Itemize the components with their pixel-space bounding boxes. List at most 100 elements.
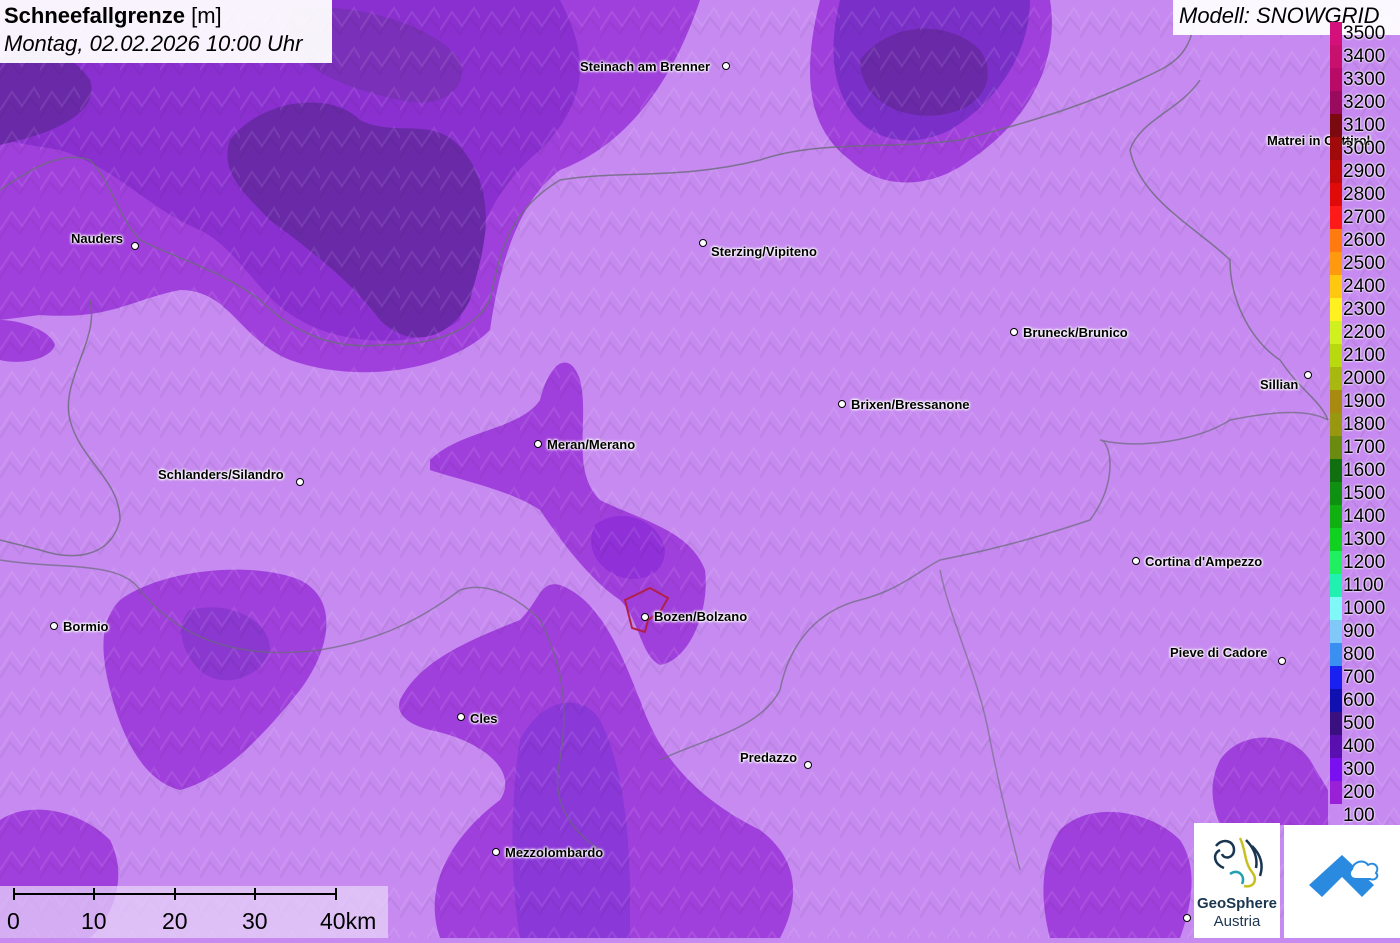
legend-label: 2600 xyxy=(1343,230,1386,251)
city-label[interactable]: Pieve di Cadore xyxy=(1170,645,1268,660)
city-dot[interactable] xyxy=(1183,914,1191,922)
partner-logo[interactable] xyxy=(1284,825,1400,938)
city-label[interactable]: Sterzing/Vipiteno xyxy=(711,244,817,259)
city-dot[interactable] xyxy=(131,242,139,250)
legend-row: 3000 xyxy=(1328,137,1400,160)
legend-label: 3100 xyxy=(1343,115,1386,136)
legend-row: 600 xyxy=(1328,689,1400,712)
legend-row: 2000 xyxy=(1328,367,1400,390)
city-label[interactable]: Meran/Merano xyxy=(547,437,635,452)
city-dot[interactable] xyxy=(296,478,304,486)
legend-label: 1000 xyxy=(1343,598,1386,619)
city-label[interactable]: Bozen/Bolzano xyxy=(654,609,747,624)
legend-swatch xyxy=(1330,68,1342,91)
legend-swatch xyxy=(1330,160,1342,183)
legend-row: 2400 xyxy=(1328,275,1400,298)
legend-swatch xyxy=(1330,574,1342,597)
legend-label: 400 xyxy=(1343,736,1375,757)
legend-row: 800 xyxy=(1328,643,1400,666)
legend-swatch xyxy=(1330,298,1342,321)
legend-label: 1200 xyxy=(1343,552,1386,573)
legend-swatch xyxy=(1330,597,1342,620)
city-label[interactable]: Bormio xyxy=(63,619,109,634)
legend-row: 3100 xyxy=(1328,114,1400,137)
legend-row: 2700 xyxy=(1328,206,1400,229)
legend-swatch xyxy=(1330,275,1342,298)
legend-label: 1800 xyxy=(1343,414,1386,435)
city-dot[interactable] xyxy=(492,848,500,856)
city-dot[interactable] xyxy=(1304,371,1312,379)
legend-swatch xyxy=(1330,712,1342,735)
city-dot[interactable] xyxy=(534,440,542,448)
legend-row: 1800 xyxy=(1328,413,1400,436)
legend-swatch xyxy=(1330,344,1342,367)
legend-row: 2800 xyxy=(1328,183,1400,206)
city-label[interactable]: Bruneck/Brunico xyxy=(1023,325,1128,340)
city-dot[interactable] xyxy=(838,400,846,408)
city-dot[interactable] xyxy=(1132,557,1140,565)
city-label[interactable]: Brixen/Bressanone xyxy=(851,397,970,412)
city-label[interactable]: Schlanders/Silandro xyxy=(158,467,284,482)
legend-swatch xyxy=(1330,689,1342,712)
legend-swatch xyxy=(1330,22,1342,45)
legend-label: 200 xyxy=(1343,782,1375,803)
city-dot[interactable] xyxy=(50,622,58,630)
legend-swatch xyxy=(1330,666,1342,689)
city-label[interactable]: Nauders xyxy=(71,231,123,246)
geosphere-line1: GeoSphere xyxy=(1196,895,1278,912)
legend-row: 3300 xyxy=(1328,68,1400,91)
city-label[interactable]: Cles xyxy=(470,711,497,726)
legend-row: 2100 xyxy=(1328,344,1400,367)
city-label[interactable]: Mezzolombardo xyxy=(505,845,603,860)
legend-label: 1400 xyxy=(1343,506,1386,527)
city-dot[interactable] xyxy=(457,713,465,721)
legend-label: 3000 xyxy=(1343,138,1386,159)
city-dot[interactable] xyxy=(699,239,707,247)
legend-swatch xyxy=(1330,114,1342,137)
legend-label: 300 xyxy=(1343,759,1375,780)
legend-swatch xyxy=(1330,620,1342,643)
legend-row: 300 xyxy=(1328,758,1400,781)
legend-row: 2900 xyxy=(1328,160,1400,183)
legend-row: 1300 xyxy=(1328,528,1400,551)
legend-label: 100 xyxy=(1343,805,1375,826)
legend-label: 800 xyxy=(1343,644,1375,665)
city-dot[interactable] xyxy=(722,62,730,70)
legend-swatch xyxy=(1330,436,1342,459)
city-label[interactable]: Cortina d'Ampezzo xyxy=(1145,554,1262,569)
legend-label: 2500 xyxy=(1343,253,1386,274)
geosphere-logo[interactable]: GeoSphere Austria xyxy=(1194,823,1280,938)
legend-swatch xyxy=(1330,321,1342,344)
legend-label: 3500 xyxy=(1343,23,1386,44)
city-dot[interactable] xyxy=(641,613,649,621)
legend-label: 1500 xyxy=(1343,483,1386,504)
legend-label: 2700 xyxy=(1343,207,1386,228)
legend-label: 1100 xyxy=(1343,575,1384,596)
scale-label: 40km xyxy=(320,908,377,934)
legend-row: 1000 xyxy=(1328,597,1400,620)
legend-swatch xyxy=(1330,505,1342,528)
geosphere-line2: Austria xyxy=(1213,913,1261,930)
legend-label: 2000 xyxy=(1343,368,1386,389)
title-unit: [m] xyxy=(191,3,222,28)
legend-swatch xyxy=(1330,45,1342,68)
map-title: Schneefallgrenze [m] xyxy=(4,2,328,30)
city-label[interactable]: Sillian xyxy=(1260,377,1298,392)
legend-row: 2300 xyxy=(1328,298,1400,321)
legend-label: 700 xyxy=(1343,667,1375,688)
legend-label: 1600 xyxy=(1343,460,1386,481)
legend-row: 2600 xyxy=(1328,229,1400,252)
legend-label: 2900 xyxy=(1343,161,1386,182)
geosphere-swirl-icon xyxy=(1213,837,1263,888)
legend-row: 100 xyxy=(1328,804,1400,827)
legend-row: 1400 xyxy=(1328,505,1400,528)
city-dot[interactable] xyxy=(1010,328,1018,336)
city-label[interactable]: Steinach am Brenner xyxy=(580,59,710,74)
city-label[interactable]: Predazzo xyxy=(740,750,797,765)
city-dot[interactable] xyxy=(1278,657,1286,665)
legend-swatch xyxy=(1330,91,1342,114)
legend-row: 700 xyxy=(1328,666,1400,689)
city-dot[interactable] xyxy=(804,761,812,769)
color-legend: 3500 3400 3300 3200 3100 3000 2900 2800 2700 2600… xyxy=(1328,22,1400,827)
legend-swatch xyxy=(1330,758,1342,781)
